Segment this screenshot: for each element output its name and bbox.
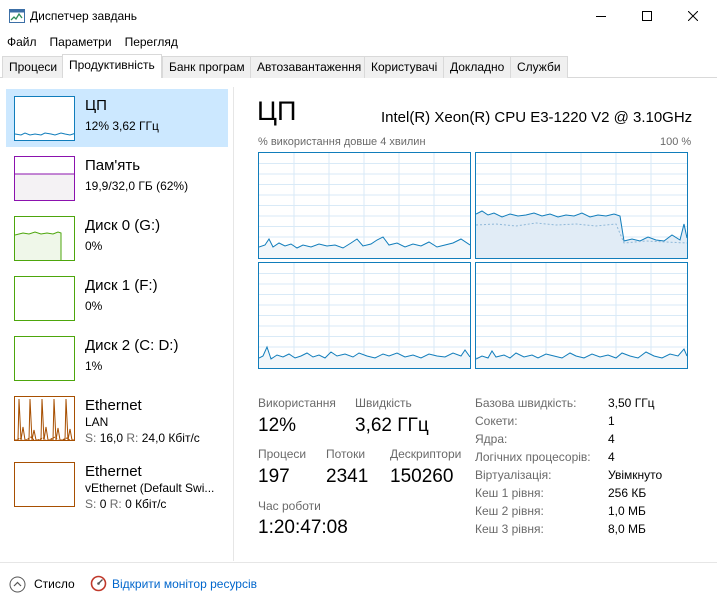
performance-view: ЦП 12% 3,62 ГГц Пам'ять 19,9/32,0 ГБ (62… bbox=[0, 78, 717, 562]
info-value-logical-processors: 4 bbox=[608, 450, 615, 464]
tab-strip: Процеси Продуктивність Банк програм Авто… bbox=[0, 54, 717, 79]
ethernet-lan-thumbnail bbox=[14, 396, 75, 441]
fewer-details-button[interactable]: Стисло bbox=[34, 577, 75, 591]
core-graph-2 bbox=[475, 152, 688, 259]
title-bar: Диспетчер завдань bbox=[0, 0, 717, 32]
panel-heading: ЦП bbox=[257, 96, 297, 126]
sidebar-memory-title: Пам'ять bbox=[85, 157, 141, 174]
info-value-l2-cache: 1,0 МБ bbox=[608, 504, 646, 518]
tab-startup[interactable]: Автозавантаження bbox=[250, 56, 369, 78]
sidebar-disk2-sub: 1% bbox=[85, 359, 103, 373]
core-graph-3 bbox=[258, 262, 471, 369]
cpu-model: Intel(R) Xeon(R) CPU E3-1220 V2 @ 3.10GH… bbox=[381, 109, 693, 126]
sidebar-memory-sub: 19,9/32,0 ГБ (62%) bbox=[85, 179, 189, 193]
uptime-label: Час роботи bbox=[258, 499, 321, 513]
tab-performance[interactable]: Продуктивність bbox=[62, 54, 162, 79]
core-graph-1 bbox=[258, 152, 471, 259]
speed-label: Швидкість bbox=[355, 396, 412, 410]
sidebar-cpu-sub: 12% 3,62 ГГц bbox=[85, 119, 159, 133]
threads-label: Потоки bbox=[326, 447, 366, 461]
close-button[interactable] bbox=[670, 0, 716, 32]
sidebar-ethernet-vethernet-adapter: vEthernet (Default Swi... bbox=[85, 481, 215, 495]
sidebar-ethernet-lan-title: Ethernet bbox=[85, 397, 142, 414]
info-value-cores: 4 bbox=[608, 432, 615, 446]
info-value-l1-cache: 256 КБ bbox=[608, 486, 647, 500]
disk1-thumbnail bbox=[14, 276, 75, 321]
info-label-l2-cache: Кеш 2 рівня: bbox=[475, 504, 544, 518]
menu-bar: Файл Параметри Перегляд bbox=[0, 32, 184, 52]
ethernet-vethernet-thumbnail bbox=[14, 462, 75, 507]
usage-value: 12% bbox=[258, 415, 297, 436]
sidebar-ethernet-vethernet-throughput: S: 0 R: 0 Кбіт/с bbox=[85, 497, 167, 511]
handles-label: Дескриптори bbox=[390, 447, 462, 461]
info-label-l1-cache: Кеш 1 рівня: bbox=[475, 486, 544, 500]
tab-details[interactable]: Докладно bbox=[443, 56, 512, 78]
sidebar-item-disk1[interactable]: Диск 1 (F:) 0% bbox=[6, 269, 228, 327]
resource-sidebar: ЦП 12% 3,62 ГГц Пам'ять 19,9/32,0 ГБ (62… bbox=[0, 89, 232, 561]
tab-services[interactable]: Служби bbox=[510, 56, 568, 78]
sidebar-item-memory[interactable]: Пам'ять 19,9/32,0 ГБ (62%) bbox=[6, 149, 228, 207]
info-label-virtualization: Віртуалізація: bbox=[475, 468, 552, 482]
processes-label: Процеси bbox=[258, 447, 307, 461]
sidebar-item-ethernet-lan[interactable]: Ethernet LAN S: 16,0 R: 24,0 Кбіт/с bbox=[6, 389, 228, 451]
sidebar-ethernet-lan-throughput: S: 16,0 R: 24,0 Кбіт/с bbox=[85, 431, 200, 445]
vertical-divider bbox=[233, 87, 234, 561]
tab-app-history[interactable]: Банк програм bbox=[162, 56, 252, 78]
tab-users[interactable]: Користувачі bbox=[364, 56, 445, 78]
usage-label: Використання bbox=[258, 396, 336, 410]
info-value-sockets: 1 bbox=[608, 414, 615, 428]
close-icon bbox=[688, 11, 698, 21]
sidebar-ethernet-vethernet-title: Ethernet bbox=[85, 463, 142, 480]
window-title: Диспетчер завдань bbox=[30, 9, 138, 23]
menu-view[interactable]: Перегляд bbox=[118, 32, 184, 52]
menu-options[interactable]: Параметри bbox=[43, 32, 118, 52]
info-value-l3-cache: 8,0 МБ bbox=[608, 522, 646, 536]
core-graph-4 bbox=[475, 262, 688, 369]
disk0-thumbnail bbox=[14, 216, 75, 261]
minimize-button[interactable] bbox=[578, 0, 624, 32]
threads-value: 2341 bbox=[326, 466, 369, 487]
open-resource-monitor-link[interactable]: Відкрити монітор ресурсів bbox=[112, 577, 257, 591]
sidebar-cpu-title: ЦП bbox=[85, 97, 107, 114]
sidebar-disk1-title: Диск 1 (F:) bbox=[85, 277, 158, 294]
sidebar-disk1-sub: 0% bbox=[85, 299, 103, 313]
memory-thumbnail bbox=[14, 156, 75, 201]
info-label-cores: Ядра: bbox=[475, 432, 508, 446]
speed-value: 3,62 ГГц bbox=[355, 415, 429, 436]
maximize-icon bbox=[642, 11, 652, 21]
sidebar-disk2-title: Диск 2 (C: D:) bbox=[85, 337, 179, 354]
minimize-icon bbox=[596, 16, 606, 17]
uptime-value: 1:20:47:08 bbox=[258, 517, 348, 538]
sidebar-disk0-title: Диск 0 (G:) bbox=[85, 217, 161, 234]
graph-max-label: 100 % bbox=[660, 136, 692, 148]
graph-caption: % використання довше 4 хвилин bbox=[258, 136, 426, 148]
tab-processes[interactable]: Процеси bbox=[2, 56, 65, 78]
info-label-base-speed: Базова швидкість: bbox=[475, 396, 577, 410]
info-value-virtualization: Увімкнуто bbox=[608, 468, 663, 482]
footer-bar: Стисло Відкрити монітор ресурсів bbox=[0, 562, 717, 607]
sidebar-disk0-sub: 0% bbox=[85, 239, 103, 253]
info-label-sockets: Сокети: bbox=[475, 414, 518, 428]
sidebar-ethernet-lan-adapter: LAN bbox=[85, 415, 109, 429]
resource-monitor-icon bbox=[90, 575, 107, 592]
sidebar-item-ethernet-vethernet[interactable]: Ethernet vEthernet (Default Swi... S: 0 … bbox=[6, 455, 228, 517]
handles-value: 150260 bbox=[390, 466, 454, 487]
menu-file[interactable]: Файл bbox=[0, 32, 43, 52]
cpu-thumbnail bbox=[14, 96, 75, 141]
info-value-base-speed: 3,50 ГГц bbox=[608, 396, 655, 410]
collapse-chevron-icon[interactable] bbox=[9, 576, 26, 593]
task-manager-icon bbox=[9, 9, 25, 23]
info-label-l3-cache: Кеш 3 рівня: bbox=[475, 522, 544, 536]
disk2-thumbnail bbox=[14, 336, 75, 381]
processes-value: 197 bbox=[258, 466, 290, 487]
maximize-button[interactable] bbox=[624, 0, 670, 32]
sidebar-item-disk2[interactable]: Диск 2 (C: D:) 1% bbox=[6, 329, 228, 387]
info-label-logical-processors: Логічних процесорів: bbox=[475, 450, 591, 464]
sidebar-item-disk0[interactable]: Диск 0 (G:) 0% bbox=[6, 209, 228, 267]
sidebar-item-cpu[interactable]: ЦП 12% 3,62 ГГц bbox=[6, 89, 228, 147]
